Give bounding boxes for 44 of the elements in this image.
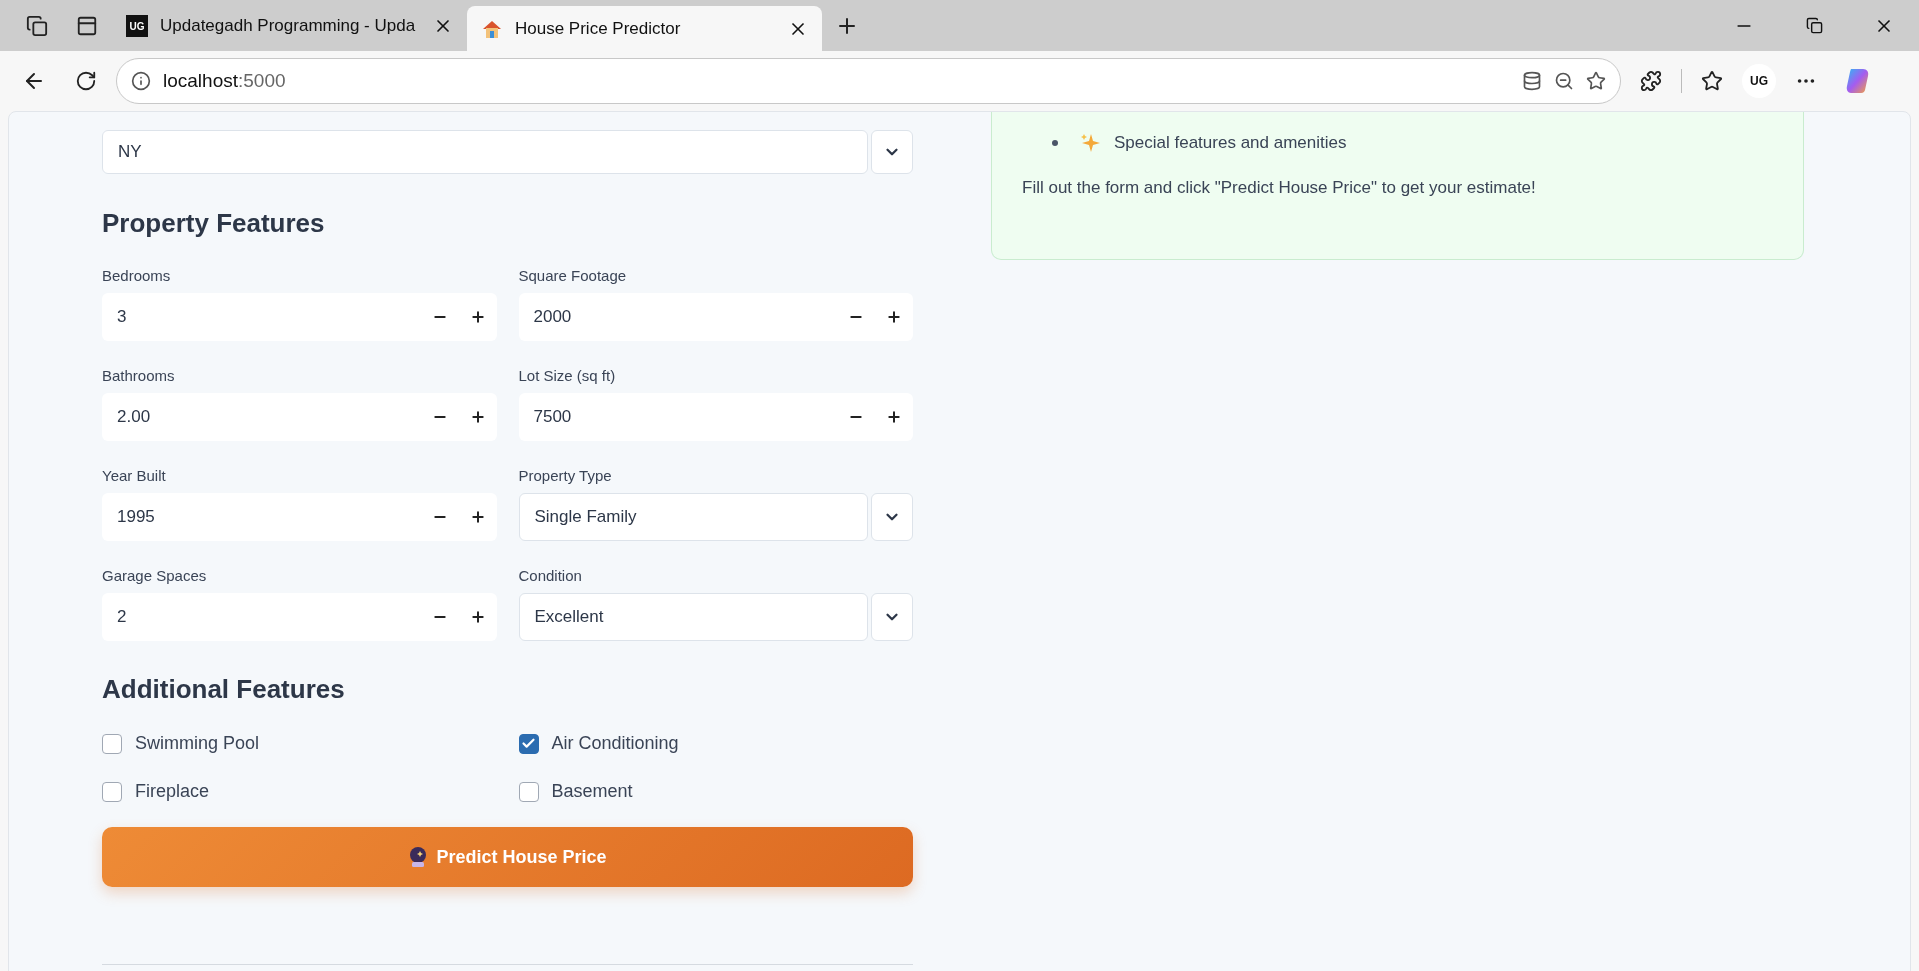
browser-tab[interactable]: UG Updategadh Programming - Upda (112, 6, 467, 46)
checkbox[interactable] (518, 781, 539, 802)
url-text: localhost:5000 (163, 69, 287, 92)
select-field[interactable]: Single Family (518, 493, 868, 541)
check-icon (521, 736, 536, 751)
tab-title: Updategadh Programming - Upda (160, 16, 417, 36)
field-label: Garage Spaces (102, 567, 208, 584)
checkbox[interactable] (518, 733, 539, 754)
address-bar[interactable]: localhost:5000 (116, 57, 1621, 104)
checkbox-label: Basement (551, 781, 633, 802)
section-heading: Property Features (102, 208, 326, 239)
field-label: Condition (518, 567, 583, 584)
star-icon[interactable] (1586, 70, 1606, 91)
state-select[interactable]: NY (102, 130, 868, 174)
field-label: Bedrooms (102, 267, 172, 284)
number-input[interactable]: 2000 (518, 293, 913, 341)
field-label: Square Footage (518, 267, 628, 284)
number-input[interactable]: 3 (102, 293, 497, 341)
number-input[interactable]: 2 (102, 593, 497, 641)
info-text: Fill out the form and click "Predict House Price" to get your estimate! (1022, 178, 1537, 198)
number-input[interactable]: 7500 (518, 393, 913, 441)
browser-tab[interactable]: House Price Predictor (467, 6, 822, 51)
checkbox-label: Fireplace (135, 781, 210, 802)
field-label: Property Type (518, 467, 613, 484)
checkbox-label: Air Conditioning (551, 733, 679, 754)
list-item-text: Special features and amenities (1114, 133, 1347, 153)
bullet-icon (1052, 140, 1058, 146)
crystal-ball-icon (408, 846, 429, 868)
field-label: Bathrooms (102, 367, 176, 384)
checkbox[interactable] (102, 733, 122, 754)
checkbox-label: Swimming Pool (135, 733, 260, 754)
field-label: Lot Size (sq ft) (518, 367, 617, 384)
profile-avatar[interactable]: UG (1742, 63, 1776, 98)
zoom-out-icon[interactable] (1554, 70, 1574, 91)
site-logo: UG (126, 15, 148, 37)
number-input[interactable]: 1995 (102, 493, 497, 541)
number-input[interactable]: 2.00 (102, 393, 497, 441)
checkbox[interactable] (102, 781, 122, 802)
tab-title: House Price Predictor (515, 18, 682, 39)
select-field[interactable]: Excellent (518, 593, 868, 641)
field-label: Year Built (102, 467, 167, 484)
info-icon[interactable] (131, 70, 151, 91)
database-icon[interactable] (1522, 70, 1542, 91)
section-heading: Additional Features (102, 674, 346, 705)
